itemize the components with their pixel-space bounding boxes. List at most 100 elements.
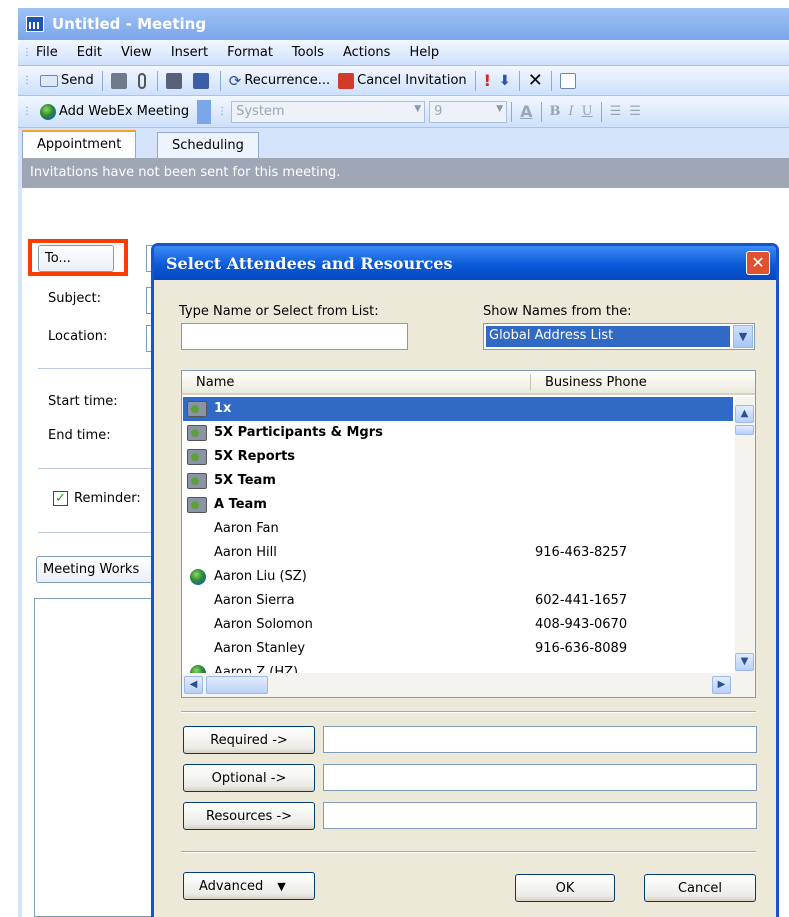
list-item[interactable]: 5X Reports bbox=[183, 445, 733, 469]
paperclip-icon bbox=[137, 72, 146, 89]
resources-field[interactable] bbox=[323, 802, 757, 829]
name-list[interactable]: Name Business Phone 1x 5X Participants & … bbox=[181, 370, 756, 698]
bold-button[interactable]: B bbox=[546, 100, 565, 124]
menu-file[interactable]: File bbox=[36, 45, 58, 60]
scroll-thumb[interactable] bbox=[735, 425, 754, 435]
toolbar-separator bbox=[600, 101, 602, 122]
italic-button[interactable]: I bbox=[565, 100, 578, 124]
list-item[interactable]: Aaron Hill 916-463-8257 bbox=[183, 541, 733, 565]
underline-button[interactable]: U bbox=[578, 100, 597, 124]
high-importance-button[interactable]: ! bbox=[480, 69, 495, 93]
group-icon bbox=[187, 449, 207, 465]
reminder-checkbox[interactable]: ✓ bbox=[53, 491, 68, 506]
delete-button[interactable]: ✕ bbox=[524, 69, 547, 93]
font-size-select[interactable]: 9 ▼ bbox=[429, 100, 508, 123]
optional-button[interactable]: Optional -> bbox=[183, 764, 315, 792]
list-item[interactable]: 1x bbox=[183, 397, 733, 421]
list-item[interactable]: A Team bbox=[183, 493, 733, 517]
column-divider[interactable] bbox=[530, 374, 531, 391]
window-title: Untitled - Meeting bbox=[52, 15, 207, 33]
menu-help[interactable]: Help bbox=[409, 45, 439, 60]
recurrence-button[interactable]: ⟳ Recurrence... bbox=[225, 69, 334, 93]
menu-tools[interactable]: Tools bbox=[292, 45, 324, 60]
attach-button[interactable] bbox=[134, 69, 153, 93]
resources-button[interactable]: Resources -> bbox=[183, 802, 315, 830]
form-tabs: Appointment Scheduling bbox=[18, 128, 789, 158]
low-importance-button[interactable]: ⬇ bbox=[495, 69, 515, 93]
type-name-label: Type Name or Select from List: bbox=[179, 304, 379, 319]
scroll-thumb[interactable] bbox=[206, 676, 268, 694]
scroll-up-icon[interactable]: ▲ bbox=[735, 405, 754, 423]
list-item[interactable]: Aaron Liu (SZ) bbox=[183, 565, 733, 589]
list-header: Name Business Phone bbox=[182, 371, 755, 395]
cancel-invitation-button[interactable]: Cancel Invitation bbox=[334, 69, 471, 93]
chevron-down-icon[interactable]: ▼ bbox=[733, 325, 753, 348]
down-arrow-icon: ⬇ bbox=[498, 72, 511, 89]
vertical-scrollbar[interactable]: ▲ ▼ bbox=[735, 397, 755, 673]
divider bbox=[38, 368, 168, 369]
list-item[interactable]: Aaron Z (HZ) bbox=[183, 661, 733, 673]
list-item[interactable]: Aaron Stanley 916-636-8089 bbox=[183, 637, 733, 661]
menu-insert[interactable]: Insert bbox=[171, 45, 208, 60]
send-button[interactable]: Send bbox=[36, 69, 98, 93]
toolbar-separator bbox=[550, 70, 552, 91]
list-item[interactable]: 5X Team bbox=[183, 469, 733, 493]
menu-actions[interactable]: Actions bbox=[343, 45, 391, 60]
list-item-name: 5X Participants & Mgrs bbox=[214, 425, 383, 440]
list-item[interactable]: Aaron Sierra 602-441-1657 bbox=[183, 589, 733, 613]
check-names-button[interactable] bbox=[189, 69, 216, 93]
cancel-button[interactable]: Cancel bbox=[644, 874, 756, 902]
menu-view[interactable]: View bbox=[121, 45, 152, 60]
required-button[interactable]: Required -> bbox=[183, 726, 315, 754]
align-center-button[interactable]: ☰ bbox=[625, 100, 645, 124]
toolbar-overflow-button[interactable] bbox=[197, 99, 212, 124]
list-item-name: Aaron Fan bbox=[214, 521, 279, 536]
menu-format[interactable]: Format bbox=[227, 45, 273, 60]
scroll-right-icon[interactable]: ▶ bbox=[712, 676, 731, 694]
address-book-select[interactable]: Global Address List ▼ bbox=[483, 323, 755, 350]
add-webex-button[interactable]: Add WebEx Meeting bbox=[36, 100, 193, 124]
menu-bar: ⋮ File Edit View Insert Format Tools Act… bbox=[18, 40, 789, 66]
list-item-phone: 916-636-8089 bbox=[535, 641, 628, 656]
translate-button[interactable] bbox=[556, 69, 583, 93]
address-book-button[interactable] bbox=[162, 69, 189, 93]
group-icon bbox=[187, 425, 207, 441]
list-item-name: 1x bbox=[214, 401, 232, 416]
font-name-select[interactable]: System ▼ bbox=[231, 100, 426, 123]
subject-label: Subject: bbox=[48, 291, 101, 306]
advanced-button[interactable]: Advanced ▼ bbox=[183, 872, 315, 900]
column-name[interactable]: Name bbox=[196, 375, 234, 390]
toolbar-separator bbox=[518, 70, 520, 91]
column-business-phone[interactable]: Business Phone bbox=[545, 375, 647, 390]
align-left-button[interactable]: ☰ bbox=[606, 100, 626, 124]
close-icon[interactable]: ✕ bbox=[746, 251, 770, 275]
send-label: Send bbox=[61, 73, 94, 88]
list-item[interactable]: Aaron Solomon 408-943-0670 bbox=[183, 613, 733, 637]
address-book-value: Global Address List bbox=[486, 326, 730, 347]
list-item[interactable]: 5X Participants & Mgrs bbox=[183, 421, 733, 445]
menu-edit[interactable]: Edit bbox=[77, 45, 102, 60]
dialog-title: Select Attendees and Resources bbox=[154, 246, 776, 280]
ok-button[interactable]: OK bbox=[515, 874, 615, 902]
recurrence-label: Recurrence... bbox=[244, 73, 331, 88]
globe-icon bbox=[190, 665, 206, 673]
required-field[interactable] bbox=[323, 726, 757, 753]
align-center-icon: ☰ bbox=[629, 104, 641, 119]
divider bbox=[181, 711, 756, 713]
horizontal-scrollbar[interactable]: ◀ ▶ bbox=[182, 673, 755, 697]
grip-icon: ⋮ bbox=[22, 47, 32, 58]
list-item[interactable]: Aaron Fan bbox=[183, 517, 733, 541]
print-button[interactable] bbox=[107, 69, 134, 93]
list-item-phone: 408-943-0670 bbox=[535, 617, 628, 632]
select-attendees-dialog: Select Attendees and Resources ✕ Type Na… bbox=[151, 243, 779, 917]
webex-globe-icon bbox=[40, 103, 56, 120]
reminder-label: Reminder: bbox=[74, 491, 141, 506]
scroll-left-icon[interactable]: ◀ bbox=[184, 676, 203, 694]
type-name-input[interactable] bbox=[181, 323, 408, 350]
scroll-down-icon[interactable]: ▼ bbox=[735, 653, 754, 671]
tab-scheduling[interactable]: Scheduling bbox=[157, 132, 259, 158]
tab-appointment[interactable]: Appointment bbox=[22, 130, 137, 158]
optional-field[interactable] bbox=[323, 764, 757, 791]
font-color-button[interactable]: A bbox=[516, 100, 536, 124]
check-names-icon bbox=[192, 72, 209, 89]
